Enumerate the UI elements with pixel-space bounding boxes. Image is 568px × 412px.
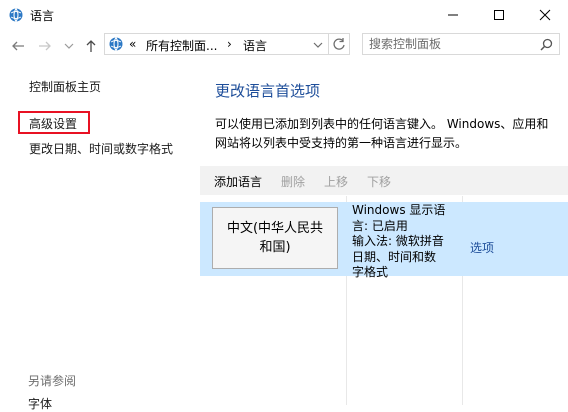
move-up-button[interactable]: 上移 xyxy=(324,173,348,190)
forward-button[interactable] xyxy=(36,37,54,55)
info-line: Windows 显示语 xyxy=(352,203,446,217)
list-item-chinese[interactable]: 中文(中华人民共 和国) Windows 显示语 言: 已启用 输入法: 微软拼… xyxy=(200,202,568,279)
search-icon[interactable] xyxy=(540,38,553,51)
see-also-heading: 另请参阅 xyxy=(28,374,77,388)
language-app-icon xyxy=(9,8,23,22)
maximize-icon xyxy=(494,10,504,20)
remove-button[interactable]: 删除 xyxy=(281,173,305,190)
refresh-button[interactable] xyxy=(328,33,350,55)
move-down-button[interactable]: 下移 xyxy=(367,173,391,190)
highlight-annotation-box xyxy=(18,111,90,134)
maximize-button[interactable] xyxy=(476,0,522,30)
refresh-icon xyxy=(333,38,345,50)
info-line: 日期、时间和数 xyxy=(352,249,437,264)
page-description: 可以使用已添加到列表中的任何语言键入。 Windows、应用和网站将以列表中受支… xyxy=(215,117,549,150)
title-bar: 语言 xyxy=(0,0,568,30)
breadcrumb-item-language[interactable]: 语言 xyxy=(243,37,267,54)
window-title: 语言 xyxy=(30,9,55,23)
language-list: 中文(中华人民共 和国) Windows 显示语 言: 已启用 输入法: 微软拼… xyxy=(200,196,568,405)
breadcrumb-overflow[interactable]: « xyxy=(129,37,136,51)
info-line: 言: 已启用 xyxy=(352,218,408,233)
back-button[interactable] xyxy=(9,37,27,55)
back-arrow-icon xyxy=(12,41,24,51)
search-box[interactable] xyxy=(362,33,560,55)
up-arrow-icon xyxy=(86,40,96,52)
close-icon xyxy=(539,9,551,21)
breadcrumb[interactable]: « 所有控制面... › 语言 xyxy=(104,33,329,55)
page-title: 更改语言首选项 xyxy=(215,82,321,100)
forward-arrow-icon xyxy=(39,41,51,51)
sidebar-link-control-panel-home[interactable]: 控制面板主页 xyxy=(29,78,101,95)
language-options-link[interactable]: 选项 xyxy=(470,239,494,256)
minimize-button[interactable] xyxy=(430,0,476,30)
up-button[interactable] xyxy=(82,37,100,55)
info-line: 字格式 xyxy=(352,265,389,279)
add-language-button[interactable]: 添加语言 xyxy=(214,173,262,190)
control-panel-icon xyxy=(109,37,123,51)
breadcrumb-item-all-control-panel[interactable]: 所有控制面... xyxy=(146,37,217,54)
chevron-down-icon xyxy=(64,43,74,49)
recent-locations-button[interactable] xyxy=(60,37,78,55)
language-name-line1: 中文(中华人民共 xyxy=(226,221,324,236)
language-info: Windows 显示语 言: 已启用 输入法: 微软拼音 日期、时间和数 字格式 xyxy=(352,203,462,281)
language-tile[interactable]: 中文(中华人民共 和国) xyxy=(212,207,338,269)
breadcrumb-arrow[interactable]: › xyxy=(227,37,232,51)
language-toolbar: 添加语言 删除 上移 下移 xyxy=(200,166,568,195)
language-name-line2: 和国) xyxy=(259,240,291,255)
sidebar-link-fonts[interactable]: 字体 xyxy=(28,395,52,412)
chevron-down-icon[interactable] xyxy=(313,41,323,49)
minimize-icon xyxy=(448,14,458,16)
sidebar-link-change-date-time-format[interactable]: 更改日期、时间或数字格式 xyxy=(29,140,173,157)
search-input[interactable] xyxy=(369,36,529,52)
info-line: 输入法: 微软拼音 xyxy=(352,234,444,248)
close-button[interactable] xyxy=(522,0,568,30)
